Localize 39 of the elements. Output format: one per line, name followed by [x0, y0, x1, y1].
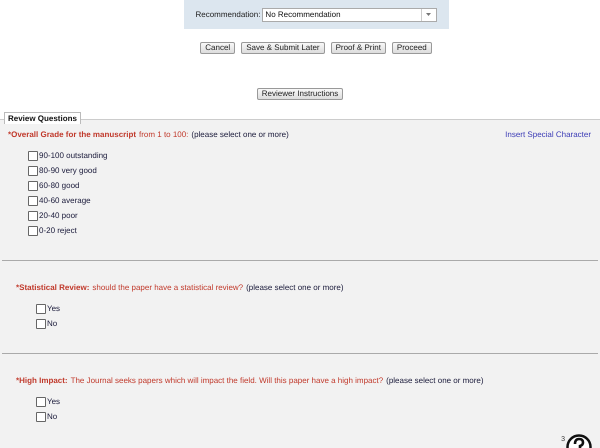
checkbox[interactable]	[36, 318, 46, 328]
checkbox[interactable]	[28, 226, 38, 236]
checkbox[interactable]	[36, 304, 46, 314]
action-button[interactable]: Cancel	[200, 42, 236, 54]
question-prompt: The Journal seeks papers which will impact the field. Will this paper have a high impact?	[70, 376, 384, 385]
option-label: 80-90 very good	[39, 166, 97, 175]
question-label: *High Impact:	[16, 376, 68, 385]
checkbox[interactable]	[36, 412, 46, 422]
help-icon[interactable]	[566, 434, 592, 448]
question-prompt: from 1 to 100:	[139, 130, 188, 139]
checkbox[interactable]	[28, 150, 38, 160]
action-button[interactable]: Proof & Print	[330, 42, 386, 54]
checkbox[interactable]	[28, 196, 38, 206]
question-hint: (please select one or more)	[191, 130, 289, 139]
option-label: Yes	[47, 304, 60, 313]
action-button[interactable]: Proceed	[392, 42, 432, 54]
question-label: *Statistical Review:	[16, 283, 90, 292]
option-label: 90-100 outstanding	[39, 151, 108, 160]
option-label: 40-60 average	[39, 196, 91, 205]
action-button[interactable]: Save & Submit Later	[241, 42, 325, 54]
recommendation-label: Recommendation:	[196, 10, 260, 19]
question-hint: (please select one or more)	[246, 283, 344, 292]
option-label: Yes	[47, 397, 60, 406]
option-label: 60-80 good	[39, 181, 80, 190]
option-label: No	[47, 319, 58, 328]
recommendation-select[interactable]: No Recommendation	[262, 8, 436, 22]
reviewer-instructions-button[interactable]: Reviewer Instructions	[256, 88, 344, 100]
checkbox[interactable]	[28, 180, 38, 190]
dropdown-arrow-icon	[426, 13, 431, 16]
question-label: *Overall Grade for the manuscript	[8, 130, 136, 139]
checkbox[interactable]	[28, 166, 38, 176]
option-label: No	[47, 412, 58, 421]
question-prompt: should the paper have a statistical review?	[92, 283, 244, 292]
checkbox[interactable]	[36, 396, 46, 406]
option-label: 20-40 poor	[39, 211, 78, 220]
question-hint: (please select one or more)	[386, 376, 484, 385]
option-label: 0-20 reject	[39, 226, 77, 235]
insert-special-character-link[interactable]: Insert Special Character	[505, 130, 591, 139]
checkbox[interactable]	[28, 210, 38, 220]
